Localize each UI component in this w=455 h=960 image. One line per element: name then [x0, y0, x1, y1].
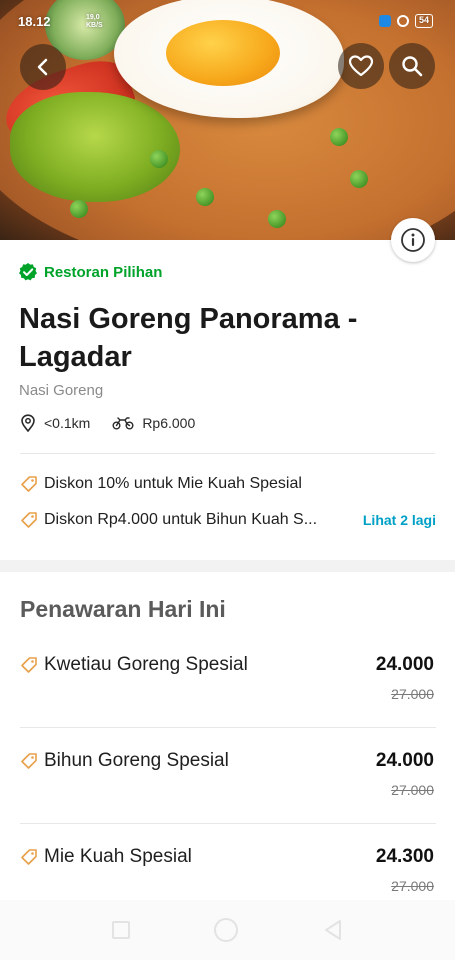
tag-icon [21, 476, 37, 492]
pea [330, 128, 348, 146]
delivery-fee-value: Rp6.000 [142, 415, 196, 431]
info-icon [401, 228, 425, 252]
back-arrow-icon [37, 58, 48, 76]
hero-food-image: 18.12 19,0 KB/S 54 [0, 0, 455, 240]
promo-text: Diskon 10% untuk Mie Kuah Spesial [44, 475, 302, 492]
search-icon [402, 56, 423, 77]
offer-name: Mie Kuah Spesial [20, 846, 192, 868]
restaurant-meta: <0.1km Rp6.000 [20, 414, 217, 432]
net-speed-value: 19,0 [86, 14, 100, 21]
offer-old-price: 27.000 [391, 878, 434, 894]
search-button[interactable] [389, 43, 435, 89]
tag-icon [21, 512, 37, 528]
badge-label: Restoran Pilihan [44, 263, 163, 281]
distance-value: <0.1km [44, 415, 91, 431]
tag-icon [21, 657, 37, 673]
status-bar: 18.12 19,0 KB/S 54 [0, 12, 455, 34]
offer-price: 24.300 [375, 846, 434, 867]
status-icons: 54 [378, 14, 433, 28]
back-nav-button[interactable] [323, 919, 343, 941]
alarm-icon [396, 15, 409, 27]
battery-icon: 54 [414, 14, 433, 28]
offer-old-price: 27.000 [391, 782, 434, 798]
back-button[interactable] [20, 44, 66, 90]
distance: <0.1km [20, 414, 90, 432]
home-button[interactable] [214, 918, 239, 942]
pea [268, 210, 286, 228]
motorbike-icon [112, 417, 134, 430]
section-separator [0, 560, 455, 572]
offer-item[interactable]: Kwetiau Goreng Spesial 24.000 27.000 [20, 654, 436, 750]
heart-icon [348, 55, 374, 77]
promo-item[interactable]: Diskon Rp4.000 untuk Bihun Kuah S... Lih… [20, 511, 436, 529]
offer-name: Kwetiau Goreng Spesial [20, 654, 248, 676]
location-pin-icon [21, 414, 35, 432]
promo-text: Diskon Rp4.000 untuk Bihun Kuah S... [44, 511, 318, 528]
offer-old-price: 27.000 [391, 686, 434, 702]
offer-name: Bihun Goreng Spesial [20, 750, 229, 772]
offer-name-text: Bihun Goreng Spesial [44, 750, 229, 771]
offers-section-title: Penawaran Hari Ini [20, 596, 226, 622]
offer-price: 24.000 [375, 654, 434, 675]
pea [70, 200, 88, 218]
divider [20, 453, 435, 454]
lettuce-leaf [10, 92, 180, 202]
pea [350, 170, 368, 188]
pea [196, 188, 214, 206]
offer-name-text: Mie Kuah Spesial [44, 846, 192, 867]
tag-icon [21, 753, 37, 769]
divider [20, 727, 436, 728]
offer-price: 24.000 [375, 750, 434, 771]
restaurant-name: Nasi Goreng Panorama - Lagadar [19, 303, 358, 373]
restaurant-category: Nasi Goreng [19, 382, 104, 399]
promo-item[interactable]: Diskon 10% untuk Mie Kuah Spesial [20, 475, 436, 493]
selected-restaurant-badge: Restoran Pilihan [18, 262, 162, 282]
offer-item[interactable]: Bihun Goreng Spesial 24.000 27.000 [20, 750, 436, 846]
shield-app-icon [378, 15, 391, 27]
status-net-speed: 19,0 KB/S [86, 14, 103, 30]
delivery-fee: Rp6.000 [112, 415, 195, 431]
verified-badge-icon [19, 263, 37, 281]
recent-apps-button[interactable] [112, 921, 131, 939]
system-navigation-bar [0, 900, 455, 960]
pea [150, 150, 168, 168]
see-more-promos-link[interactable]: Lihat 2 lagi [363, 512, 436, 528]
status-time: 18.12 [18, 14, 51, 29]
favorite-button[interactable] [338, 43, 384, 89]
divider [20, 823, 436, 824]
net-speed-unit: KB/S [86, 22, 103, 29]
tag-icon [21, 849, 37, 865]
offer-name-text: Kwetiau Goreng Spesial [44, 654, 248, 675]
info-button[interactable] [391, 218, 435, 262]
